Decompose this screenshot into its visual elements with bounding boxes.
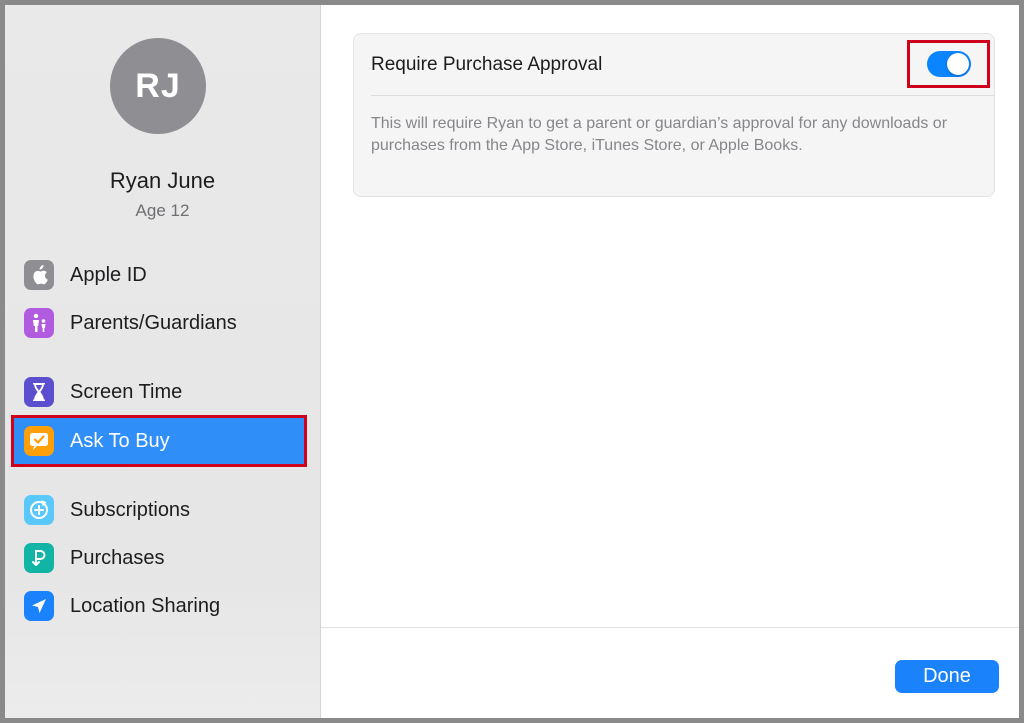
sidebar-item-label: Parents/Guardians (70, 311, 237, 334)
ask-to-buy-icon (24, 426, 54, 456)
divider (371, 95, 994, 96)
family-icon (24, 308, 54, 338)
avatar: RJ (110, 38, 206, 134)
user-name: Ryan June (109, 168, 216, 193)
sidebar-item-label: Subscriptions (70, 498, 191, 521)
main-panel: Require Purchase Approval This will requ… (321, 5, 1019, 718)
sidebar-item-label: Apple ID (70, 263, 147, 286)
sidebar-item-location-sharing[interactable]: Location Sharing (14, 583, 304, 629)
sidebar: RJ Ryan June Age 12 Apple ID Parents/Gua… (5, 5, 321, 718)
sidebar-item-label: Location Sharing (70, 594, 221, 617)
family-settings-window: RJ Ryan June Age 12 Apple ID Parents/Gua… (0, 0, 1024, 723)
hourglass-icon (24, 377, 54, 407)
sidebar-item-purchases[interactable]: Purchases (14, 535, 304, 581)
sidebar-item-screen-time[interactable]: Screen Time (14, 369, 304, 415)
require-approval-toggle[interactable] (907, 40, 990, 88)
sidebar-item-ask-to-buy[interactable]: Ask To Buy (11, 415, 307, 467)
sidebar-item-apple-id[interactable]: Apple ID (14, 252, 304, 298)
footer-divider (321, 627, 1019, 628)
setting-description: This will require Ryan to get a parent o… (371, 115, 948, 154)
user-age: Age 12 (135, 201, 190, 220)
sidebar-item-subscriptions[interactable]: Subscriptions (14, 487, 304, 533)
setting-title: Require Purchase Approval (371, 54, 603, 75)
purchases-icon (24, 543, 54, 573)
sidebar-item-label: Ask To Buy (70, 429, 170, 452)
subscriptions-icon (24, 495, 54, 525)
toggle-switch[interactable] (926, 51, 971, 77)
apple-logo-icon (24, 260, 54, 290)
purchase-approval-card: Require Purchase Approval This will requ… (353, 33, 995, 197)
location-arrow-icon (24, 591, 54, 621)
toggle-knob (946, 53, 969, 75)
done-button[interactable]: Done (895, 660, 999, 693)
sidebar-item-parents-guardians[interactable]: Parents/Guardians (14, 300, 304, 346)
sidebar-item-label: Screen Time (70, 380, 183, 403)
sidebar-item-label: Purchases (70, 546, 165, 569)
